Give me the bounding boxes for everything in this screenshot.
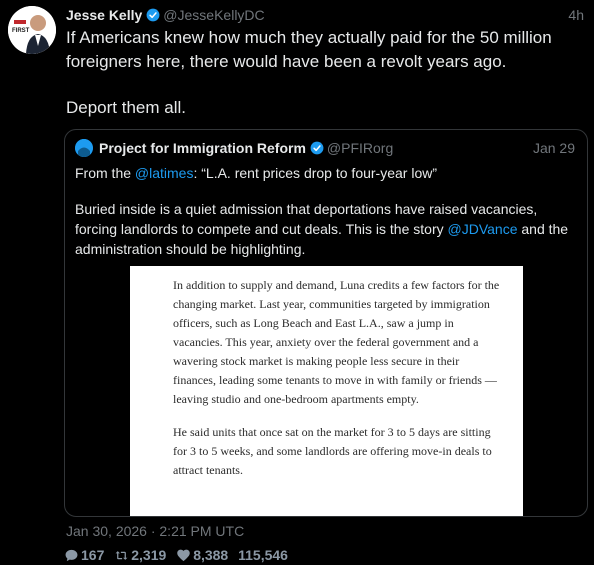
quoted-tweet-header: Project for Immigration Reform @PFIRorg J… — [99, 139, 575, 157]
tweet-header: Jesse Kelly @JesseKellyDC 4h — [66, 6, 584, 24]
article-paragraph: He said units that once sat on the marke… — [173, 425, 492, 477]
reply-button[interactable]: 167 — [64, 546, 104, 564]
author-name[interactable]: Jesse Kelly — [66, 7, 142, 23]
author-handle[interactable]: @JesseKellyDC — [163, 7, 264, 23]
quoted-author-avatar[interactable] — [75, 139, 93, 157]
view-count: 115,546 — [238, 547, 288, 563]
quoted-tweet-body: From the @latimes: “L.A. rent prices dro… — [75, 163, 580, 259]
mention-link-jdvance[interactable]: @JDVance — [448, 221, 518, 237]
quoted-tweet[interactable]: Project for Immigration Reform @PFIRorg J… — [64, 129, 588, 517]
quoted-text: From the — [75, 165, 135, 181]
quoted-tweet-date[interactable]: Jan 29 — [533, 139, 575, 157]
tweet-text-paragraph: Deport them all. — [66, 98, 186, 117]
reply-icon — [65, 549, 78, 562]
article-screenshot-image[interactable]: In addition to supply and demand, Luna c… — [130, 266, 523, 516]
verified-badge-icon — [310, 141, 324, 155]
quoted-text: : “L.A. rent prices drop to four-year lo… — [193, 165, 438, 181]
retweet-count: 2,319 — [131, 547, 167, 563]
author-avatar[interactable]: FIRST — [8, 6, 56, 54]
quoted-author-handle[interactable]: @PFIRorg — [327, 140, 393, 156]
quoted-author-name[interactable]: Project for Immigration Reform — [99, 140, 306, 156]
tweet-timestamp[interactable]: Jan 30, 2026 · 2:21 PM UTC — [66, 522, 244, 540]
article-paragraph: In addition to supply and demand, Luna c… — [173, 278, 500, 406]
reply-count: 167 — [81, 547, 105, 563]
verified-badge-icon — [146, 8, 160, 22]
author-avatar-image: FIRST — [8, 6, 56, 54]
tweet-text: If Americans knew how much they actually… — [66, 26, 590, 120]
heart-icon — [177, 549, 190, 562]
quoted-avatar-image — [75, 139, 93, 157]
like-button[interactable]: 8,388 — [176, 546, 228, 564]
svg-text:FIRST: FIRST — [12, 28, 30, 34]
quoted-paragraph: From the @latimes: “L.A. rent prices dro… — [75, 163, 580, 183]
tweet-time[interactable]: 4h — [568, 6, 584, 24]
like-count: 8,388 — [193, 547, 229, 563]
tweet-text-paragraph: If Americans knew how much they actually… — [66, 28, 552, 71]
quoted-paragraph: Buried inside is a quiet admission that … — [75, 199, 580, 259]
views-stat: 115,546 — [238, 546, 288, 564]
engagement-stats: 167 2,319 8,388 115,546 — [64, 546, 294, 564]
retweet-icon — [115, 551, 128, 560]
retweet-button[interactable]: 2,319 — [114, 546, 166, 564]
mention-link-latimes[interactable]: @latimes — [135, 165, 194, 181]
